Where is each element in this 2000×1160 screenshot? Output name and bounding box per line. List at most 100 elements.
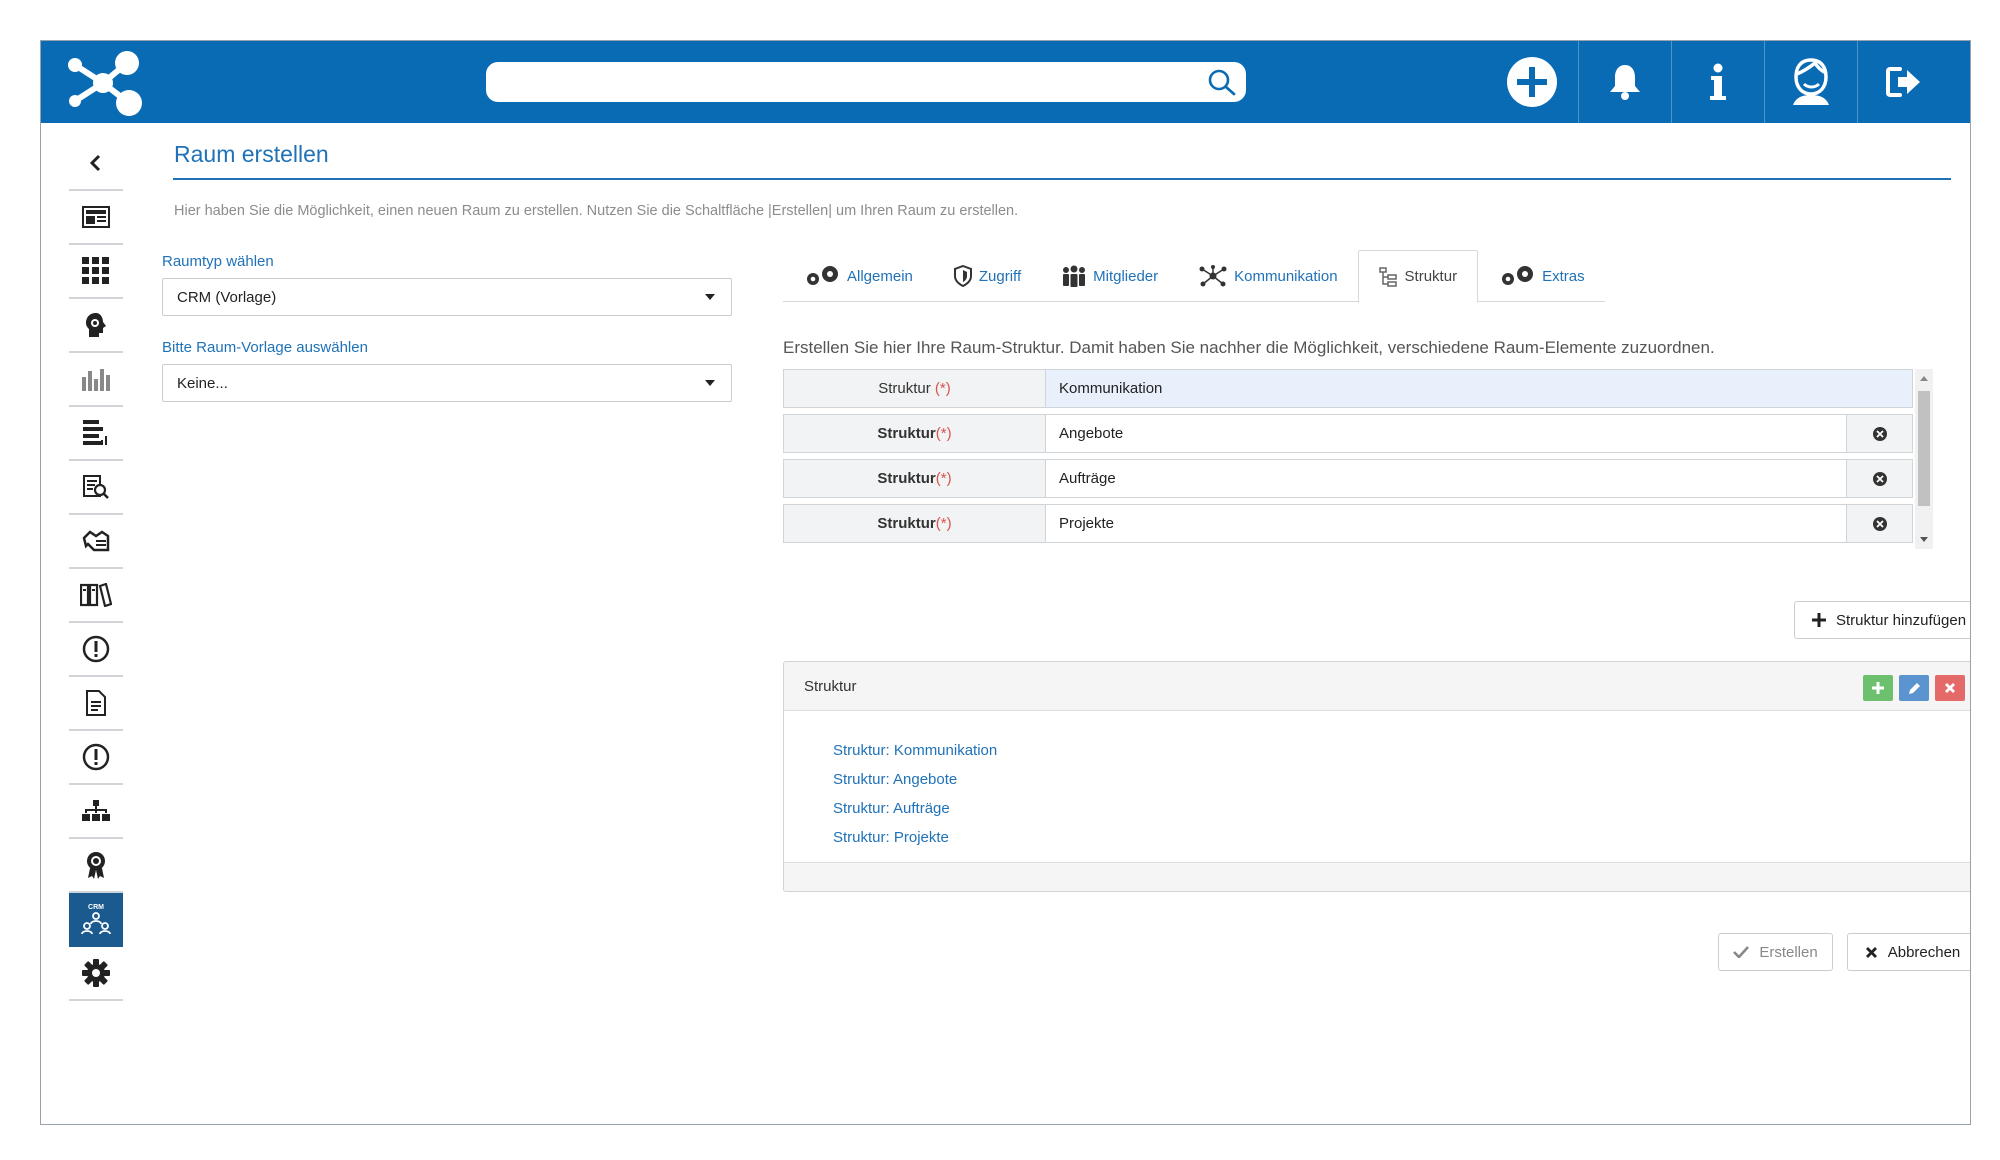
structure-input[interactable]: Kommunikation [1046, 370, 1912, 407]
scroll-down-icon[interactable] [1920, 537, 1928, 542]
remove-row-button[interactable] [1846, 415, 1912, 452]
structure-panel: Struktur Struktur: Kommunikation Struktu… [783, 661, 1970, 892]
document-icon [86, 690, 106, 716]
add-button[interactable] [1485, 41, 1578, 123]
sidebar-item-tasks[interactable] [69, 515, 123, 569]
gears-icon [1502, 266, 1534, 285]
profile-button[interactable] [1764, 41, 1857, 123]
document-search-icon [83, 475, 109, 499]
sidebar-item-awards[interactable] [69, 839, 123, 893]
scroll-thumb[interactable] [1918, 391, 1930, 506]
logout-icon [1886, 67, 1920, 97]
sidebar-item-organization[interactable] [69, 785, 123, 839]
template-value: Keine... [177, 374, 228, 392]
create-button[interactable]: Erstellen [1718, 933, 1833, 971]
structure-row: Struktur (*) Angebote [783, 414, 1913, 453]
search-bar[interactable] [486, 62, 1246, 102]
tab-label: Zugriff [978, 267, 1022, 285]
sidebar-item-warnings[interactable] [69, 731, 123, 785]
sidebar-item-documents[interactable] [69, 677, 123, 731]
crm-icon: CRM [81, 904, 111, 935]
logo-icon[interactable] [61, 47, 151, 117]
panel-actions [1863, 675, 1965, 701]
template-select[interactable]: Keine... [162, 364, 732, 402]
template-label: Bitte Raum-Vorlage auswählen [162, 339, 368, 356]
structure-input[interactable]: Angebote [1046, 415, 1846, 452]
logout-button[interactable] [1857, 41, 1950, 123]
close-icon [1945, 683, 1955, 693]
tab-struktur[interactable]: Struktur [1357, 250, 1479, 303]
tab-kommunikation[interactable]: Kommunikation [1178, 250, 1357, 302]
remove-row-button[interactable] [1846, 505, 1912, 542]
user-avatar-icon [1793, 58, 1829, 105]
top-bar [41, 41, 1970, 123]
sidebar-item-search-docs[interactable] [69, 461, 123, 515]
add-node-button[interactable] [1863, 675, 1893, 701]
tab-zugriff[interactable]: Zugriff [933, 250, 1041, 302]
structure-input[interactable]: Projekte [1046, 505, 1846, 542]
delete-node-button[interactable] [1935, 675, 1965, 701]
panel-footer [784, 862, 1970, 891]
create-label: Erstellen [1759, 943, 1818, 961]
room-type-select[interactable]: CRM (Vorlage) [162, 278, 732, 316]
hand-icon [82, 530, 110, 552]
required-marker: (*) [935, 470, 952, 487]
row-label: Struktur (*) [784, 370, 1046, 407]
info-icon [1710, 63, 1726, 100]
required-marker: (*) [935, 425, 952, 442]
row-label: Struktur (*) [784, 415, 1046, 452]
edit-node-button[interactable] [1899, 675, 1929, 701]
bell-icon [1610, 65, 1640, 100]
tree-item[interactable]: Struktur: Projekte [833, 823, 1970, 852]
sidebar-item-apps[interactable] [69, 245, 123, 299]
plus-icon [1811, 613, 1826, 627]
tab-label: Extras [1542, 267, 1585, 285]
sidebar-collapse-button[interactable] [69, 137, 123, 191]
binders-icon [80, 583, 112, 607]
sidebar-item-settings[interactable] [69, 947, 123, 1001]
structure-description: Erstellen Sie hier Ihre Raum-Struktur. D… [783, 338, 1715, 357]
sidebar-item-crm[interactable]: CRM [69, 893, 123, 947]
remove-row-button[interactable] [1846, 460, 1912, 497]
tree-item[interactable]: Struktur: Aufträge [833, 794, 1970, 823]
sidebar-item-news[interactable] [69, 191, 123, 245]
pencil-icon [1908, 682, 1920, 694]
top-actions [1485, 41, 1950, 123]
tab-extras[interactable]: Extras [1478, 250, 1605, 302]
row-label-text: Struktur [877, 515, 936, 532]
exclamation-circle-icon [82, 743, 110, 771]
scroll-up-icon[interactable] [1920, 376, 1928, 381]
sidebar-item-archive[interactable] [69, 569, 123, 623]
notifications-button[interactable] [1578, 41, 1671, 123]
sidebar-item-alerts[interactable] [69, 623, 123, 677]
tab-allgemein[interactable]: Allgemein [783, 250, 933, 302]
tab-label: Allgemein [847, 267, 913, 285]
rows-scrollbar[interactable] [1915, 369, 1933, 549]
shield-icon [953, 265, 972, 287]
sidebar-item-knowledge[interactable] [69, 299, 123, 353]
structure-row: Struktur (*) Projekte [783, 504, 1913, 543]
room-type-value: CRM (Vorlage) [177, 288, 277, 306]
sidebar-item-statistics[interactable] [69, 353, 123, 407]
tree-item[interactable]: Struktur: Angebote [833, 765, 1970, 794]
sidebar: CRM [69, 137, 123, 1001]
gear-icon [82, 959, 110, 987]
add-structure-button[interactable]: Struktur hinzufügen [1794, 601, 1970, 639]
panel-header: Struktur [784, 662, 1970, 711]
row-label: Struktur (*) [784, 505, 1046, 542]
info-button[interactable] [1671, 41, 1764, 123]
page-title: Raum erstellen [174, 141, 329, 167]
search-icon[interactable] [1206, 67, 1238, 97]
sidebar-item-lists[interactable] [69, 407, 123, 461]
structure-input[interactable]: Aufträge [1046, 460, 1846, 497]
title-divider [173, 178, 1951, 180]
tree-icon [1378, 266, 1397, 287]
cancel-label: Abbrechen [1887, 943, 1961, 961]
tab-mitglieder[interactable]: Mitglieder [1041, 250, 1178, 302]
tree-item[interactable]: Struktur: Kommunikation [833, 736, 1970, 765]
tab-label: Mitglieder [1093, 267, 1159, 285]
head-gear-icon [86, 313, 106, 337]
panel-title: Struktur [804, 677, 857, 695]
check-icon [1733, 946, 1750, 958]
cancel-button[interactable]: Abbrechen [1847, 933, 1970, 971]
